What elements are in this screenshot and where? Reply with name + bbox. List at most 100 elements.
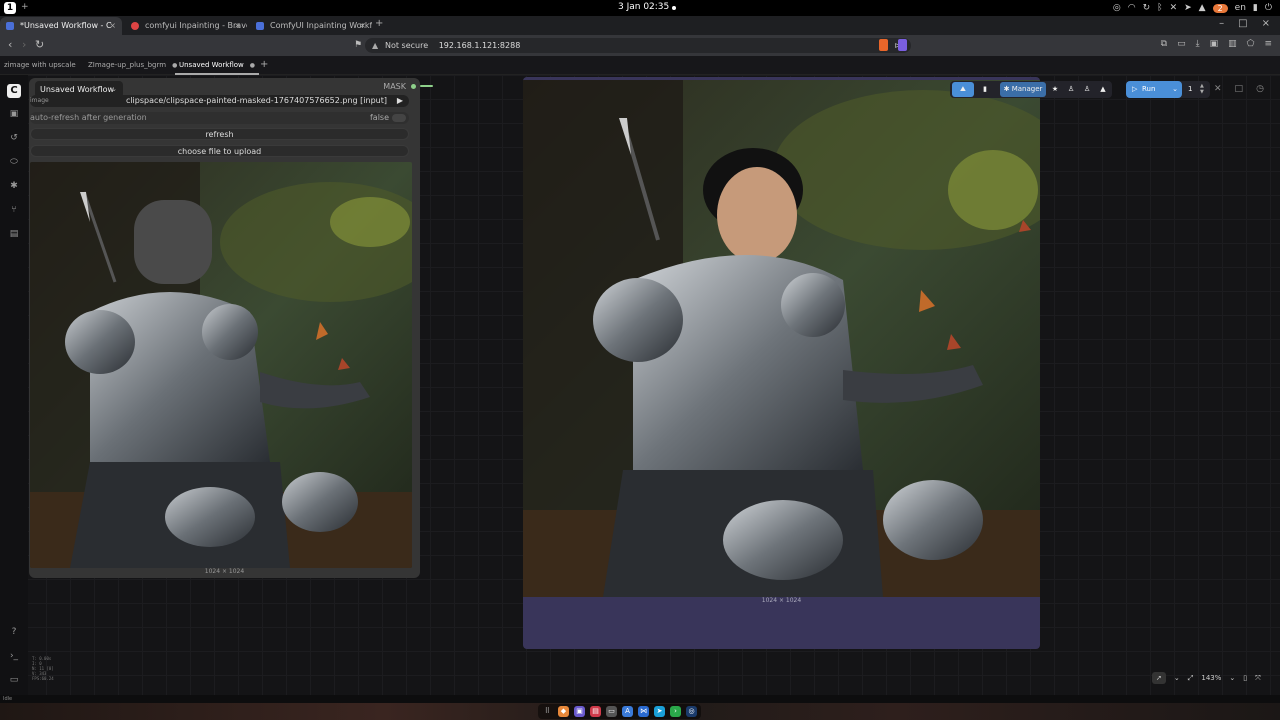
masked-input-image	[30, 162, 412, 568]
wallet-icon[interactable]: ▣	[1210, 39, 1219, 49]
browser-tab-comfyui-inpainting[interactable]: comfyui Inpainting - Brave ×	[125, 17, 247, 35]
workflow-tab-zimage-up[interactable]: ZImage-up_plus_bgrm ●	[84, 56, 181, 75]
bookmark-icon[interactable]: ⚑	[354, 39, 362, 51]
node-library-icon[interactable]: ✱	[9, 181, 19, 191]
close-tab-icon[interactable]: ×	[234, 17, 241, 35]
link-visibility-icon[interactable]: ⤧	[1255, 674, 1261, 683]
maximize-icon[interactable]: □	[1238, 18, 1247, 29]
image-widget-value: clipspace/clipspace-painted-masked-17674…	[125, 96, 387, 105]
new-workflow-button[interactable]: +	[256, 56, 272, 75]
templates-icon[interactable]: ▤	[9, 229, 19, 239]
drive-icon[interactable]: ▲	[1199, 3, 1206, 13]
language-indicator[interactable]: en	[1235, 3, 1246, 13]
brave-shields-icon[interactable]	[879, 39, 888, 51]
cancel-icon[interactable]: ✕	[1214, 84, 1222, 94]
stop-icon[interactable]: □	[1235, 84, 1244, 94]
new-tab-button[interactable]: +	[375, 18, 383, 29]
power-icon[interactable]: ⏻	[1265, 3, 1272, 13]
text-editor-icon[interactable]: A	[622, 706, 633, 717]
url-field[interactable]: ▲ Not secure 192.168.1.121:8288 ⊳	[365, 38, 911, 53]
brave-rewards-icon[interactable]	[898, 39, 907, 51]
chevron-down-icon[interactable]: ⌄	[1172, 81, 1178, 98]
minimize-icon[interactable]: –	[1219, 18, 1224, 29]
app-icon[interactable]: ▣	[574, 706, 585, 717]
close-window-icon[interactable]: ×	[1262, 18, 1270, 29]
forward-icon[interactable]: ›	[22, 39, 26, 51]
add-workspace-icon[interactable]: +	[21, 2, 29, 12]
history-icon[interactable]: ◷	[1256, 84, 1264, 94]
workflow-menu-dropdown[interactable]: Unsaved Workflow ⌄	[35, 81, 123, 98]
steam-icon[interactable]: ◎	[686, 706, 697, 717]
browser-tab-unsaved-workflow[interactable]: *Unsaved Workflow - C ×	[0, 17, 122, 35]
chevron-down-icon[interactable]: ⌄	[1174, 674, 1180, 682]
images-icon[interactable]: ▣	[9, 109, 19, 119]
comfyui-favicon-icon	[256, 22, 264, 30]
workflow-name: Unsaved Workflow	[40, 85, 115, 94]
mute-icon[interactable]: ✕	[1170, 3, 1178, 13]
telegram-dock-icon[interactable]: ➤	[654, 706, 665, 717]
workflows-icon[interactable]: ⑂	[9, 205, 19, 215]
calendar-icon[interactable]: ▤	[590, 706, 601, 717]
run-label: Run	[1142, 85, 1156, 93]
star-icon[interactable]: ★	[1048, 82, 1062, 97]
minimap-icon[interactable]: ▯	[1243, 674, 1247, 682]
workspace-indicator[interactable]: 1	[4, 2, 16, 14]
upload-icon[interactable]: ▲	[1096, 82, 1110, 97]
queue-count-input[interactable]: 1	[1188, 81, 1192, 98]
close-tab-icon[interactable]: ×	[359, 17, 366, 35]
clock[interactable]: 3 Jan 02:35	[618, 2, 669, 12]
chevron-down-icon[interactable]: ⌄	[1229, 674, 1235, 682]
upload-button[interactable]: choose file to upload	[30, 145, 409, 157]
preview-image-node[interactable]: 1024 × 1024	[523, 77, 1040, 649]
terminal-icon[interactable]: ›_	[9, 651, 19, 661]
extensions-icon[interactable]: ⧉	[1161, 39, 1167, 49]
keyboard-icon[interactable]: ▭	[9, 675, 19, 685]
load-image-node[interactable]: MASK image clipspace/clipspace-painted-m…	[29, 78, 420, 578]
app-grid-icon[interactable]: ⠿	[542, 706, 553, 717]
files-icon[interactable]: ▭	[606, 706, 617, 717]
help-icon[interactable]: ?	[9, 627, 19, 637]
bluetooth-icon[interactable]: ᛒ	[1157, 3, 1162, 13]
comfyui-logo-icon[interactable]: C	[7, 84, 21, 98]
canvas-controls: ➚ ⌄ ⤢ 143% ⌄ ▯ ⤧	[1152, 672, 1261, 684]
download-icon[interactable]: ⤓	[1196, 39, 1200, 49]
cleanup-icon[interactable]: ♙	[1064, 82, 1078, 97]
reload-icon[interactable]: ↻	[35, 39, 44, 51]
battery-icon[interactable]: ▮	[1253, 3, 1258, 13]
toggle-switch[interactable]	[392, 114, 406, 122]
browser-tab-inpainting-workflow[interactable]: ComfyUI Inpainting Workflo ×	[250, 17, 372, 35]
workflow-tab-unsaved[interactable]: Unsaved Workflow ●	[175, 56, 260, 75]
workflow-tab-zimage[interactable]: zimage with upscale	[0, 56, 80, 75]
wifi-icon[interactable]: ◠	[1128, 3, 1136, 13]
auto-refresh-toggle[interactable]: auto-refresh after generation false	[30, 112, 409, 124]
notification-badge[interactable]: 2	[1212, 3, 1228, 13]
terminal-dock-icon[interactable]: ›	[670, 706, 681, 717]
gpu-icon[interactable]: ♙	[1080, 82, 1094, 97]
warning-icon[interactable]: ▲	[372, 38, 378, 53]
bookmark-toolbar-icon[interactable]: ▮	[978, 82, 992, 97]
vscode-icon[interactable]: ⋈	[638, 706, 649, 717]
refresh-button[interactable]: refresh	[30, 128, 409, 140]
select-mode-icon[interactable]: ➚	[1152, 672, 1166, 684]
fit-view-icon[interactable]: ⤢	[1188, 674, 1194, 683]
telegram-icon[interactable]: ➤	[1184, 3, 1192, 13]
vpn-icon[interactable]: ◎	[1113, 3, 1121, 13]
menu-icon[interactable]: ≡	[1264, 39, 1272, 49]
queue-stepper[interactable]: ▲ ▼	[1200, 83, 1204, 95]
cast-icon[interactable]: ▭	[1177, 39, 1186, 49]
model-library-icon[interactable]: ⬭	[9, 157, 19, 167]
image-dimensions: 1024 × 1024	[204, 568, 245, 575]
back-icon[interactable]: ‹	[8, 39, 12, 51]
mask-output-slot[interactable]	[411, 84, 416, 89]
sidebar-icon[interactable]: ▥	[1228, 39, 1237, 49]
sync-icon[interactable]: ↻	[1143, 3, 1151, 13]
zoom-level[interactable]: 143%	[1201, 674, 1221, 682]
close-tab-icon[interactable]: ×	[109, 17, 116, 35]
vpn-toolbar-icon[interactable]: ⬠	[1247, 39, 1255, 49]
brave-browser-icon[interactable]: ◆	[558, 706, 569, 717]
comfy-registry-icon[interactable]: ⛰	[952, 82, 974, 97]
next-arrow-icon[interactable]: ▶	[397, 95, 403, 107]
run-button[interactable]: ▷ Run ⌄	[1126, 81, 1182, 98]
queue-history-icon[interactable]: ↺	[9, 133, 19, 143]
manager-button[interactable]: ✱ Manager	[1000, 82, 1046, 97]
